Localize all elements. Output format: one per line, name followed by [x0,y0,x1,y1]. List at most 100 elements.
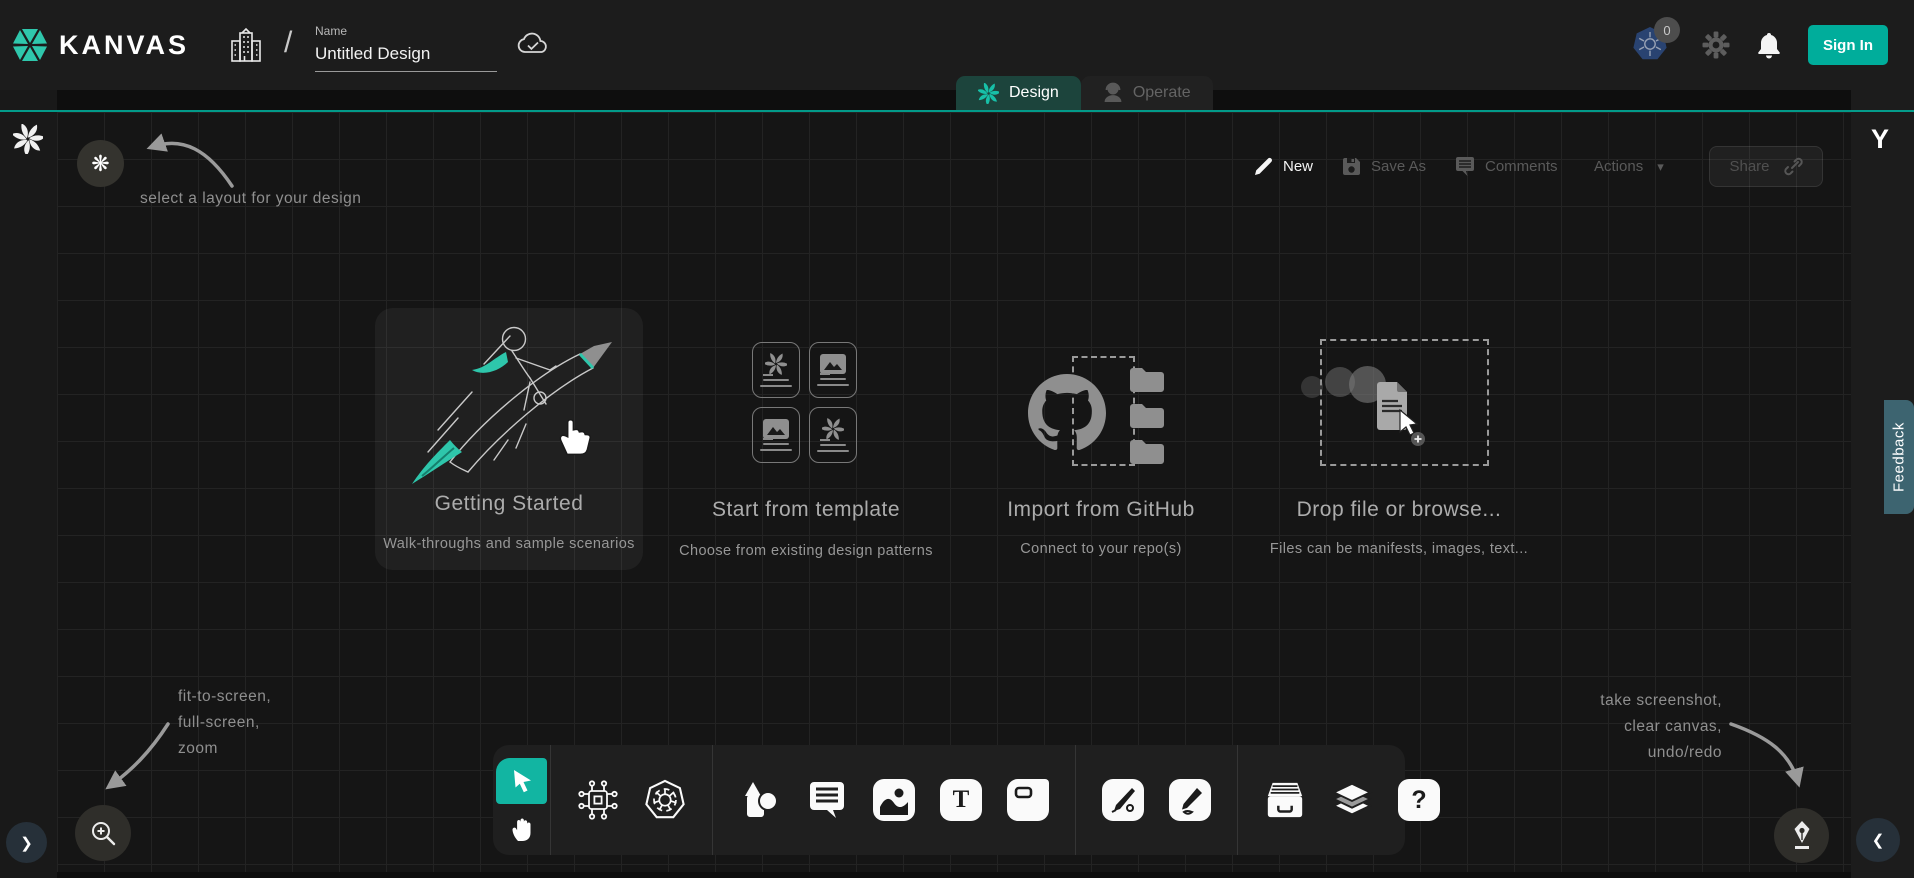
layers-icon [1331,779,1373,821]
select-tool[interactable] [496,758,547,804]
design-name-block: Name [315,24,497,72]
placeholder-line [817,450,849,452]
hint-line: full-screen, [178,710,271,736]
template-tile [809,407,857,463]
canvas-actions-button[interactable] [1774,808,1829,863]
kanvas-app: KANVAS / Name [0,0,1914,878]
image-tool[interactable] [873,779,915,821]
hand-icon [509,815,535,843]
comment-bubble-icon [806,780,848,820]
mode-tabs: Design Operate [956,76,1213,110]
design-name-input[interactable] [315,42,497,72]
note-tool[interactable] [1007,779,1049,821]
brand-text: KANVAS [59,30,189,61]
placeholder-line [760,449,792,451]
bottom-right-hint: take screenshot, clear canvas, undo/redo [1570,688,1722,766]
shapes-tool[interactable] [739,779,781,821]
component-node-icon [577,779,619,821]
design-spiral-icon [978,83,999,104]
drawer-tool[interactable] [1264,779,1306,821]
comments-label: Comments [1485,158,1558,175]
kanvas-logo[interactable]: KANVAS [10,24,189,66]
placeholder-line [763,443,789,445]
spiral-icon [822,418,844,440]
comment-tool[interactable] [806,779,848,821]
placeholder-line [817,384,849,386]
toolbar-group-annotate: T [712,745,1075,855]
template-tile [752,342,800,398]
hint-line: fit-to-screen, [178,684,271,710]
card-title: Start from template [712,498,900,522]
tab-design-label: Design [1009,84,1059,102]
feedback-tab[interactable]: Feedback [1884,400,1914,514]
fade-dot [1301,376,1323,398]
header-right: 0 [1632,0,1888,90]
save-as-button[interactable]: Save As [1341,146,1426,187]
shapes-icon [739,779,781,821]
spiral-icon [765,353,787,375]
actions-dropdown[interactable]: Actions ▾ [1594,146,1664,187]
tab-design[interactable]: Design [956,76,1081,110]
card-title: Drop file or browse... [1297,498,1502,522]
chevron-left-icon: ❮ [1872,831,1885,849]
component-node-tool[interactable] [577,779,619,821]
placeholder-line [820,378,846,380]
toolbar-group-manage: ? [1237,745,1466,855]
new-design-button[interactable]: New [1253,146,1313,187]
meshery-spiral-icon[interactable] [13,124,43,154]
text-tool-icon: T [953,786,970,814]
tab-operate[interactable]: Operate [1081,76,1213,110]
tab-operate-label: Operate [1133,84,1191,102]
cloud-sync-icon [516,30,550,58]
card-subtitle: Files can be manifests, images, text... [1270,541,1528,557]
help-tool[interactable]: ? [1398,779,1440,821]
layers-tool[interactable] [1331,779,1373,821]
github-octocat-icon[interactable] [1028,374,1106,452]
canvas-top-border [0,110,1914,112]
sign-in-button[interactable]: Sign In [1808,25,1888,65]
toolbar-group-draw [1075,745,1237,855]
share-label: Share [1729,158,1769,175]
pencil-tool[interactable] [1169,779,1211,821]
layout-select-button[interactable]: ❋ [77,140,124,187]
pen-tool[interactable] [1102,779,1144,821]
image-icon [763,419,789,439]
notifications-bell-icon[interactable] [1756,31,1782,59]
image-icon [820,354,846,374]
settings-gear-icon[interactable] [1702,31,1730,59]
snowflake-icon: ❋ [91,151,109,177]
save-floppy-icon [1341,156,1362,177]
card-title: Getting Started [435,492,584,516]
toolbar-group-infra [550,745,712,855]
expand-right-panel-button[interactable]: ❮ [1856,818,1900,862]
card-subtitle: Walk-throughs and sample scenarios [383,536,635,552]
folder-icon [1128,438,1166,466]
text-tool[interactable]: T [940,779,982,821]
placeholder-line [820,444,846,446]
expand-left-panel-button[interactable]: ❯ [6,822,47,863]
pan-tool[interactable] [496,806,547,852]
zoom-controls-button[interactable] [75,805,131,861]
kubernetes-context-button[interactable]: 0 [1632,25,1676,65]
card-subtitle: Choose from existing design patterns [679,543,933,559]
comments-button[interactable]: Comments [1454,146,1558,187]
new-label: New [1283,158,1313,175]
kubernetes-count-badge: 0 [1654,17,1680,43]
chevron-right-icon: ❯ [20,834,33,852]
select-cursor-icon [509,768,535,794]
organization-icon[interactable] [228,27,264,65]
collaboration-y-icon[interactable]: Y [1871,124,1889,155]
comments-icon [1454,156,1476,177]
kubernetes-tool[interactable] [644,779,686,821]
pen-path-icon [1108,785,1138,815]
pencil-sketch-icon [1175,785,1205,815]
kubernetes-wheel-icon [644,778,686,822]
folder-icon [1128,402,1166,430]
share-button[interactable]: Share [1709,146,1823,187]
layout-hint-text: select a layout for your design [140,186,361,212]
rocket-rider-illustration [388,312,638,492]
template-card[interactable] [752,342,862,463]
operate-headset-icon [1103,82,1123,104]
help-icon: ? [1411,786,1426,815]
cursor-plus-icon [1396,408,1430,448]
